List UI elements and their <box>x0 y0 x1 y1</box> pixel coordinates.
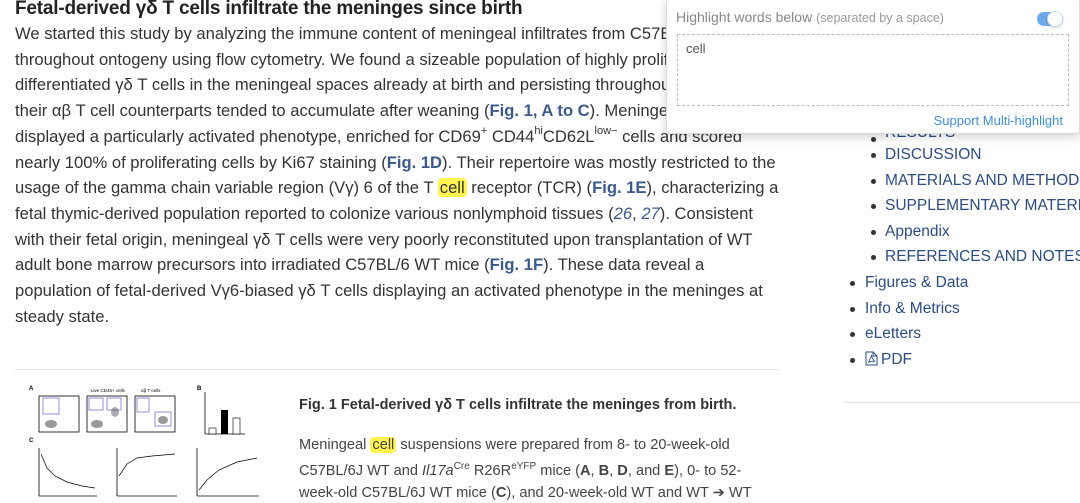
paragraph-text: , <box>632 203 642 223</box>
toc-item-pdf[interactable]: PDF <box>847 347 1080 373</box>
toc-item-materials-methods[interactable]: MATERIALS AND METHODS <box>847 168 1080 194</box>
sidebar-divider <box>845 402 1080 403</box>
toc-item-label: MATERIALS AND METHODS <box>885 171 1080 189</box>
toc-item-references[interactable]: REFERENCES AND NOTES <box>847 244 1080 270</box>
support-multi-highlight-link[interactable]: Support Multi-highlight <box>934 113 1063 128</box>
figure-1-thumbnail[interactable]: A B C Live CD45+ cells αβ T cells <box>27 382 267 503</box>
paragraph-text: CD44 <box>487 126 535 146</box>
fig-1ac-link[interactable]: Fig. 1, A to C <box>490 101 590 120</box>
superscript: hi <box>534 125 543 138</box>
line-plot-3 <box>196 448 259 497</box>
reference-27-link[interactable]: 27 <box>641 204 659 223</box>
panel-label-a: A <box>29 386 34 392</box>
section-heading: Fetal-derived γδ T cells infiltrate the … <box>15 0 523 19</box>
toc-item-figures-data[interactable]: Figures & Data <box>847 270 1080 296</box>
flow-plot-2 <box>86 395 128 433</box>
highlighted-word: cell <box>437 178 467 198</box>
flow-plot-3 <box>134 395 176 433</box>
toc-item-eletters[interactable]: eLetters <box>847 321 1080 347</box>
panel-label-b: B <box>197 386 202 392</box>
superscript: Cre <box>453 461 470 472</box>
highlight-words-input[interactable]: cell <box>677 34 1069 106</box>
fig-1e-link[interactable]: Fig. 1E <box>592 178 646 197</box>
toc-item-label: Info & Metrics <box>865 299 960 317</box>
toc-item-label: SUPPLEMENTARY MATERIALS <box>885 197 1080 215</box>
caption-text: mice ( <box>536 462 580 479</box>
figure-caption-title: Fig. 1 Fetal-derived γδ T cells infiltra… <box>299 397 737 413</box>
highlighted-word: cell <box>370 437 397 453</box>
toc-item-supplementary[interactable]: SUPPLEMENTARY MATERIALS <box>847 193 1080 219</box>
panel-ref: C <box>495 484 507 501</box>
panel-ref: A <box>579 462 591 479</box>
toc-item-label: REFERENCES AND NOTES <box>885 248 1080 266</box>
fig-1f-link[interactable]: Fig. 1F <box>490 255 543 274</box>
toc-item-appendix[interactable]: Appendix <box>847 219 1080 245</box>
fig-1d-link[interactable]: Fig. 1D <box>387 153 442 172</box>
panel-ref: E <box>664 462 675 479</box>
toc-item-label: eLetters <box>865 325 922 343</box>
toggle-knob <box>1047 11 1063 27</box>
toc-item-label: DISCUSSION <box>885 146 982 163</box>
toc-item-label: Figures & Data <box>865 273 969 291</box>
flow-plot-1 <box>38 395 80 433</box>
superscript: low− <box>594 125 618 138</box>
toc-item-discussion[interactable]: DISCUSSION <box>847 142 1080 168</box>
line-plot-1 <box>38 448 97 497</box>
caption-text: ), and 20-week-old WT and WT ➔ WT <box>506 484 752 501</box>
toc-item-info-metrics[interactable]: Info & Metrics <box>847 296 1080 322</box>
panel-ref: B <box>598 462 610 479</box>
panel-label-c: C <box>29 438 34 444</box>
caption-text: R26R <box>469 462 512 479</box>
figure-caption: Meningeal cell suspensions were prepared… <box>299 434 769 503</box>
caption-text: , <box>590 462 599 479</box>
caption-gene: Il17a <box>422 462 454 479</box>
popup-title-text: Highlight words below <box>676 9 813 25</box>
pdf-icon <box>865 351 878 366</box>
content-divider <box>15 369 779 370</box>
panel-text-ab: αβ T cells <box>141 388 161 393</box>
table-of-contents: RESULTS DISCUSSION MATERIALS AND METHODS… <box>847 126 1080 373</box>
panel-text-live: Live CD45+ cells <box>91 388 126 393</box>
popup-hint: (separated by a space) <box>816 11 944 25</box>
highlight-popup: Highlight words below (separated by a sp… <box>666 0 1080 134</box>
toc-item-label: Appendix <box>885 222 950 240</box>
caption-text: , and <box>627 462 665 479</box>
superscript: + <box>480 125 488 138</box>
highlight-toggle[interactable] <box>1037 11 1063 27</box>
superscript: eYFP <box>511 461 537 472</box>
reference-26-link[interactable]: 26 <box>614 204 632 223</box>
panel-ref: D <box>617 462 628 479</box>
paragraph-text: receptor (TCR) ( <box>466 178 593 198</box>
bar-plot <box>204 392 245 435</box>
popup-title: Highlight words below (separated by a sp… <box>676 9 944 25</box>
toc-item-label: PDF <box>881 350 912 368</box>
paragraph-text: CD62L <box>542 126 595 146</box>
caption-text: Meningeal <box>299 437 371 453</box>
line-plot-2 <box>116 448 177 497</box>
